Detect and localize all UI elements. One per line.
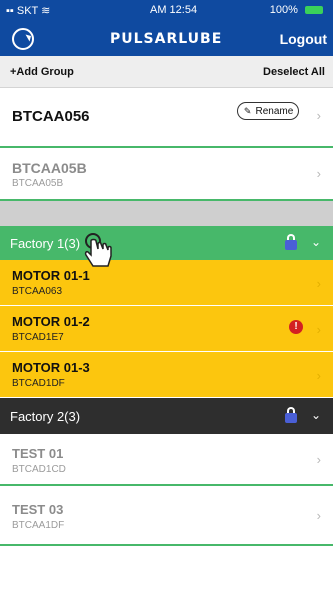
- device-name: BTCAA05B: [12, 160, 87, 176]
- carrier-indicator: ▪▪ SKT ≋: [6, 4, 50, 17]
- carrier-name: SKT: [16, 5, 39, 17]
- chevron-right-icon: ›: [316, 108, 321, 123]
- device-row[interactable]: BTCAA056 ✎ Rename ›: [0, 88, 333, 148]
- battery-indicator: 100%: [270, 4, 323, 16]
- section-separator: [0, 201, 333, 226]
- group-header-factory-1[interactable]: Factory 1(3) ⌄: [0, 226, 333, 260]
- signal-icon: ▪▪: [6, 5, 14, 17]
- rename-label: Rename: [255, 106, 294, 117]
- chevron-down-icon[interactable]: ⌄: [311, 408, 321, 422]
- battery-icon: [305, 6, 323, 15]
- device-name: MOTOR 01-2: [12, 314, 90, 329]
- list-item[interactable]: MOTOR 01-3 BTCAD1DF ›: [0, 352, 333, 398]
- device-id: BTCAD1DF: [12, 378, 65, 389]
- alert-icon: !: [289, 320, 303, 334]
- chevron-right-icon: ›: [316, 276, 321, 291]
- battery-percent: 100%: [269, 4, 298, 16]
- group-label: Factory 2(3): [10, 409, 81, 424]
- device-id: BTCAA1DF: [12, 520, 65, 531]
- chevron-right-icon: ›: [316, 508, 321, 523]
- hand-pointer-icon: [84, 233, 112, 267]
- device-name: MOTOR 01-3: [12, 360, 90, 375]
- nav-bar: PULSARLUBE Logout: [0, 22, 333, 56]
- chevron-right-icon: ›: [316, 452, 321, 467]
- refresh-icon[interactable]: [12, 28, 34, 50]
- device-name: BTCAA056: [12, 108, 90, 125]
- deselect-all-button[interactable]: Deselect All: [263, 66, 325, 78]
- wifi-icon: ≋: [41, 5, 51, 17]
- lock-icon[interactable]: [285, 407, 297, 423]
- rename-button[interactable]: ✎ Rename: [237, 102, 299, 120]
- list-item[interactable]: MOTOR 01-1 BTCAA063 ›: [0, 260, 333, 306]
- device-id: BTCAA05B: [12, 178, 64, 189]
- chevron-down-icon[interactable]: ⌄: [311, 235, 321, 249]
- device-name: MOTOR 01-1: [12, 268, 90, 283]
- chevron-right-icon: ›: [316, 166, 321, 181]
- logout-button[interactable]: Logout: [280, 31, 327, 47]
- status-bar: ▪▪ SKT ≋ AM 12:54 100%: [0, 0, 333, 22]
- device-name: TEST 03: [12, 502, 64, 517]
- list-item[interactable]: TEST 01 BTCAD1CD ›: [0, 434, 333, 486]
- chevron-right-icon: ›: [316, 322, 321, 337]
- device-name: TEST 01: [12, 446, 64, 461]
- clock: AM 12:54: [150, 4, 198, 16]
- device-id: BTCAD1CD: [12, 464, 66, 475]
- device-id: BTCAA063: [12, 286, 63, 297]
- add-group-button[interactable]: +Add Group: [10, 66, 74, 78]
- list-item[interactable]: TEST 03 BTCAA1DF ›: [0, 486, 333, 546]
- chevron-right-icon: ›: [316, 368, 321, 383]
- group-label: Factory 1(3): [10, 236, 81, 251]
- group-header-factory-2[interactable]: Factory 2(3) ⌄: [0, 398, 333, 434]
- lock-icon[interactable]: [285, 234, 297, 250]
- list-item[interactable]: MOTOR 01-2 BTCAD1E7 ! ›: [0, 306, 333, 352]
- app-logo: PULSARLUBE: [110, 31, 223, 47]
- device-id: BTCAD1E7: [12, 332, 64, 343]
- device-row[interactable]: BTCAA05B BTCAA05B ›: [0, 148, 333, 201]
- group-toolbar: +Add Group Deselect All: [0, 56, 333, 88]
- pencil-icon: ✎: [243, 106, 252, 116]
